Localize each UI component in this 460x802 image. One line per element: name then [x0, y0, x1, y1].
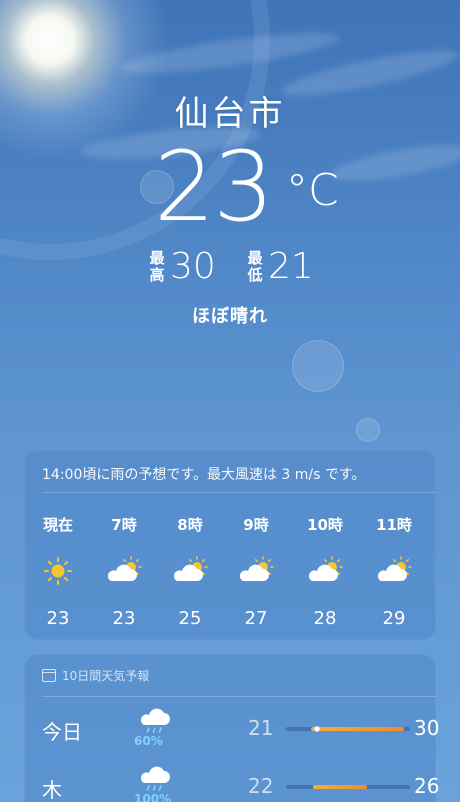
- high-temperature: 30: [170, 246, 216, 287]
- hour-temperature: 23: [46, 608, 70, 629]
- city-name: 仙台市: [174, 94, 286, 134]
- current-temperature-dot: [314, 726, 320, 732]
- hour-temperature: 23: [112, 608, 136, 629]
- hour-temperature: 28: [313, 608, 337, 629]
- high-low: 最高 30 最低 21: [0, 246, 460, 287]
- hour-label: 現在: [42, 516, 73, 534]
- current-temperature: 23: [154, 131, 274, 243]
- low-label: 最低: [247, 249, 263, 284]
- precipitation-chance: 60%: [134, 734, 163, 748]
- divider: [42, 492, 436, 493]
- partly-cloudy-icon: [239, 556, 274, 581]
- daily-forecast-title: 10日間天気予報: [62, 669, 150, 683]
- temperature-range-bar: [286, 785, 410, 789]
- partly-cloudy-icon: [377, 556, 412, 581]
- sun-icon: [44, 557, 72, 585]
- rain-cloud-icon: [140, 766, 170, 791]
- hour-label: 9時: [243, 516, 269, 534]
- day-high: 26: [414, 774, 440, 798]
- divider: [42, 696, 436, 697]
- rain-cloud-icon: [140, 708, 170, 733]
- daily-forecast-header: 10日間天気予報: [42, 667, 149, 684]
- condition-text: ほぼ晴れ: [192, 306, 268, 327]
- hour-label: 11時: [376, 516, 412, 534]
- current-temperature-row: 23 °C: [0, 139, 460, 245]
- daily-forecast-card[interactable]: 10日間天気予報 今日 60% 21 30 木 100% 22 26: [24, 654, 440, 802]
- hour-label: 7時: [111, 516, 137, 534]
- partly-cloudy-icon: [173, 556, 208, 581]
- hourly-forecast-card[interactable]: 14:00頃に雨の予想です。最大風速は 3 m/s です。 現在 7時 8時 9…: [24, 450, 436, 640]
- hour-label: 8時: [177, 516, 203, 534]
- hourly-summary: 14:00頃に雨の予想です。最大風速は 3 m/s です。: [42, 467, 366, 483]
- hour-temperature: 29: [382, 608, 406, 629]
- temperature-unit: °C: [286, 165, 339, 216]
- calendar-icon: [42, 669, 56, 682]
- partly-cloudy-icon: [107, 556, 142, 581]
- precipitation-chance: 100%: [134, 792, 172, 802]
- high-label: 最高: [149, 249, 165, 284]
- temperature-range-fill: [313, 785, 367, 789]
- day-row-thursday[interactable]: 木 100% 22 26: [24, 764, 440, 802]
- day-high: 30: [414, 716, 440, 740]
- lens-flare: [292, 340, 344, 392]
- day-name: 今日: [42, 720, 82, 744]
- current-weather: 仙台市 23 °C: [0, 86, 460, 245]
- temperature-range-fill: [310, 727, 404, 731]
- low-temperature: 21: [268, 246, 314, 287]
- lens-flare: [356, 418, 380, 442]
- day-row-today[interactable]: 今日 60% 21 30: [24, 706, 440, 760]
- partly-cloudy-icon: [308, 556, 343, 581]
- temperature-range-bar: [286, 726, 410, 732]
- day-low: 22: [248, 774, 274, 798]
- day-low: 21: [248, 716, 274, 740]
- hour-temperature: 25: [178, 608, 202, 629]
- hour-temperature: 27: [244, 608, 268, 629]
- hour-label: 10時: [307, 516, 343, 534]
- day-name: 木: [42, 778, 62, 802]
